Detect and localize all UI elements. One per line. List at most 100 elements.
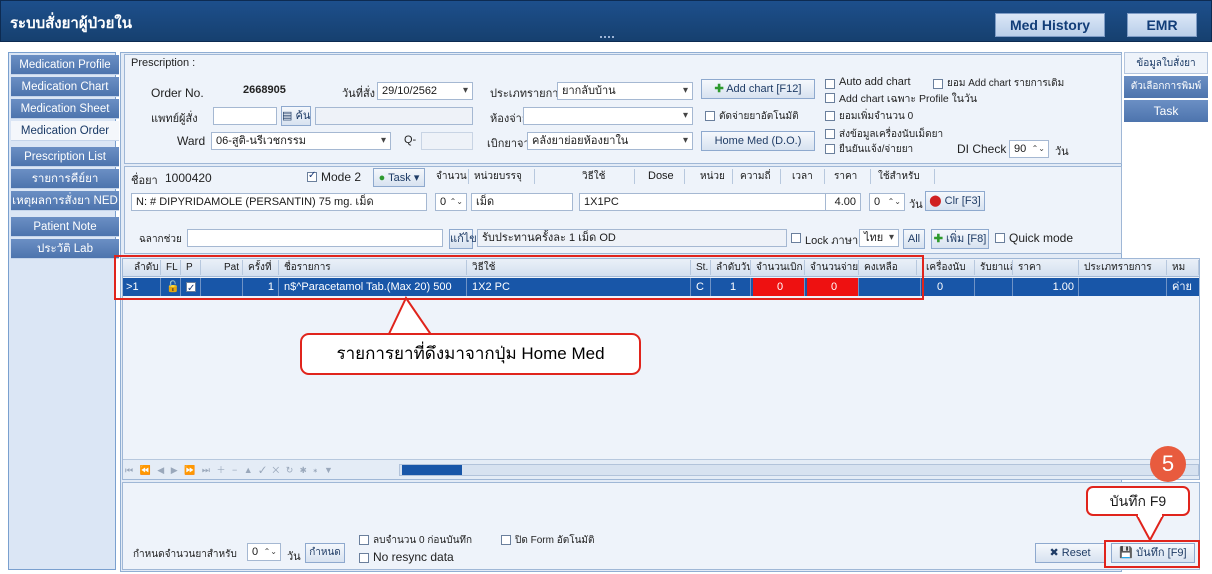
grid-col-price[interactable]: ราคา xyxy=(1015,260,1079,275)
auto-add-chart-label: Auto add chart xyxy=(839,76,911,88)
row-counter: 0 xyxy=(923,278,975,296)
task-label: Task xyxy=(388,172,411,184)
lock-language-label: Lock ภาษา xyxy=(805,235,859,247)
use-for-spinner[interactable]: 0 xyxy=(869,193,905,211)
doctor-search-button[interactable]: ▤ ค้น xyxy=(281,106,311,126)
nav-medication-profile[interactable]: Medication Profile xyxy=(11,55,119,75)
tab-print-options[interactable]: ตัวเลือกการพิมพ์ xyxy=(1124,76,1208,98)
usage-input[interactable]: 1X1PC xyxy=(579,193,861,211)
quick-mode-checkbox[interactable] xyxy=(995,233,1005,243)
send-dispenser-checkbox[interactable] xyxy=(825,129,835,139)
row-category xyxy=(1081,278,1167,296)
di-check-spinner[interactable]: 90 xyxy=(1009,140,1049,158)
bottom-bar: กำหนดจำนวนยาสำหรับ 0 วัน กำหนด ลบจำนวน 0… xyxy=(122,482,1200,570)
mode2-checkbox[interactable] xyxy=(307,170,317,182)
row-extra: ค่าย xyxy=(1169,278,1199,296)
grid-col-extra[interactable]: หม xyxy=(1169,260,1199,275)
navigator-icons[interactable]: ⏮ ⏪ ◀ ▶ ⏩ ⏭ ＋ − ▲ ✓ ✕ ↻ ✱ ∗ ▼ xyxy=(125,463,335,476)
nav-medication-chart[interactable]: Medication Chart xyxy=(11,77,119,97)
tab-task[interactable]: Task xyxy=(1124,100,1208,122)
drug-name-input[interactable]: N: # DIPYRIDAMOLE (PERSANTIN) 75 mg. เม็… xyxy=(131,193,427,211)
splitter-grip[interactable] xyxy=(600,36,614,38)
horizontal-scrollbar[interactable] xyxy=(399,464,1199,476)
allow-zero-checkbox[interactable] xyxy=(825,111,835,121)
confirm-checkbox[interactable] xyxy=(825,144,835,154)
nav-prescription-list[interactable]: Prescription List xyxy=(11,147,119,167)
ward-select[interactable]: 06-สูติ-นรีเวชกรรม xyxy=(211,132,391,150)
drug-code: 1000420 xyxy=(165,171,212,185)
tab-prescription-info[interactable]: ข้อมูลใบสั่งยา xyxy=(1124,52,1208,74)
language-select[interactable]: ไทย xyxy=(859,229,899,247)
reset-button[interactable]: ✖ Reset xyxy=(1035,543,1105,563)
add-drug-button[interactable]: ✚ เพิ่ม [F8] xyxy=(931,229,989,249)
step-badge: 5 xyxy=(1150,446,1186,482)
nav-lab-history[interactable]: ประวัติ Lab xyxy=(11,239,119,259)
scroll-left-arrow[interactable] xyxy=(402,465,462,475)
cut-auto-checkbox[interactable] xyxy=(705,111,715,121)
room-select[interactable] xyxy=(523,107,693,125)
prescription-label: Prescription : xyxy=(131,57,196,69)
doctor-input[interactable] xyxy=(213,107,277,125)
order-date-picker[interactable]: 29/10/2562 xyxy=(377,82,473,100)
col-qty: จำนวน xyxy=(433,169,469,184)
close-form-checkbox[interactable] xyxy=(501,535,511,545)
prescription-panel: Prescription : Order No. 2668905 วันที่ส… xyxy=(124,54,1122,164)
add-chart-button[interactable]: ✚ Add chart [F12] xyxy=(701,79,815,99)
order-date-label: วันที่สั่ง xyxy=(342,88,376,100)
edit-button[interactable]: แก้ไข xyxy=(449,229,477,249)
nav-medication-order[interactable]: Medication Order xyxy=(11,121,119,141)
no-resync-label: No resync data xyxy=(373,550,454,564)
nav-ned-reason[interactable]: เหตุผลการสั่งยา NED xyxy=(11,191,119,211)
all-button[interactable]: All xyxy=(903,229,925,249)
add-drug-label: เพิ่ม [F8] xyxy=(946,233,987,245)
set-qty-spinner[interactable]: 0 xyxy=(247,543,281,561)
search-button-label: ค้น xyxy=(295,110,311,122)
col-pack-unit: หน่วยบรรจุ xyxy=(471,169,535,184)
category-select[interactable]: ยากลับบ้าน xyxy=(557,82,693,100)
row-received xyxy=(977,278,1013,296)
nav-drug-keyed[interactable]: รายการคีย์ยา xyxy=(11,169,119,189)
close-form-label: ปิด Form อัตโนมัติ xyxy=(515,535,595,546)
price-display: 4.00 xyxy=(825,193,861,211)
withdraw-select[interactable]: คลังยาย่อยห้องยาใน xyxy=(527,132,693,150)
allow-zero-label: ยอมเพิ่มจำนวน 0 xyxy=(839,111,914,122)
app-title: ระบบสั่งยาผู้ป่วยใน xyxy=(10,15,132,32)
doctor-name-display xyxy=(315,107,473,125)
di-check-unit: วัน xyxy=(1055,146,1069,158)
allow-add-chart-checkbox[interactable] xyxy=(933,79,943,89)
grid-col-received[interactable]: รับยาแล้ว xyxy=(977,260,1013,275)
drug-entry-panel: ชื่อยา 1000420 Mode 2 ● Task ▾ จำนวน หน่… xyxy=(124,166,1122,254)
no-resync-checkbox[interactable] xyxy=(359,553,369,563)
confirm-label: ยืนยันแจ้ง/จ่ายยา xyxy=(839,144,914,155)
q-input[interactable] xyxy=(421,132,473,150)
emr-button[interactable]: EMR xyxy=(1127,13,1197,37)
mode2-label: Mode 2 xyxy=(321,170,362,184)
use-for-unit: วัน xyxy=(909,199,923,211)
col-use-for: ใช้สำหรับ xyxy=(875,169,935,184)
set-qty-button[interactable]: กำหนด xyxy=(305,543,345,563)
col-frequency: ความถี่ xyxy=(737,169,781,184)
med-history-button[interactable]: Med History xyxy=(995,13,1105,37)
task-dropdown-button[interactable]: ● Task ▾ xyxy=(373,168,425,187)
clear-label: Clr [F3] xyxy=(944,195,981,207)
nav-patient-note[interactable]: Patient Note xyxy=(11,217,119,237)
annotation-callout: รายการยาที่ดึงมาจากปุ่ม Home Med xyxy=(300,333,641,375)
profile-day-checkbox[interactable] xyxy=(825,93,835,103)
aux-label-input[interactable] xyxy=(187,229,443,247)
col-time: เวลา xyxy=(789,169,825,184)
plus-icon: ✚ xyxy=(714,83,724,95)
auto-add-chart-checkbox[interactable] xyxy=(825,79,835,89)
lock-language-checkbox[interactable] xyxy=(791,233,801,243)
right-nav: ข้อมูลใบสั่งยา ตัวเลือกการพิมพ์ Task xyxy=(1124,52,1210,124)
grid-col-counter[interactable]: เครื่องนับ xyxy=(923,260,975,275)
search-icon: ▤ xyxy=(282,110,293,122)
remove-zero-checkbox[interactable] xyxy=(359,535,369,545)
grid-col-category[interactable]: ประเภทรายการ xyxy=(1081,260,1167,275)
nav-medication-sheet[interactable]: Medication Sheet xyxy=(11,99,119,119)
ward-label: Ward xyxy=(177,134,206,148)
clear-button[interactable]: ⬤ Clr [F3] xyxy=(925,191,985,211)
pack-unit-input[interactable]: เม็ด xyxy=(471,193,573,211)
qty-spinner[interactable]: 0 xyxy=(435,193,467,211)
home-med-button[interactable]: Home Med (D.O.) xyxy=(701,131,815,151)
drug-label: ชื่อยา xyxy=(131,175,158,187)
